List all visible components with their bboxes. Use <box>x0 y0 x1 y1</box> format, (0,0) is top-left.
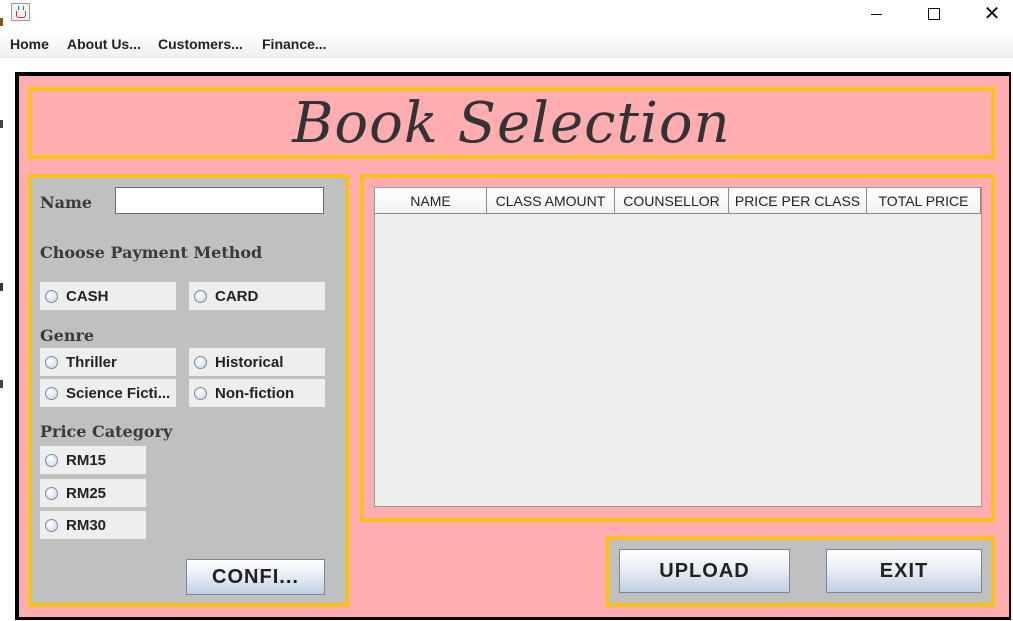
menu-bar: Home About Us... Customers... Finance... <box>0 31 1013 58</box>
radio-icon <box>194 355 207 369</box>
radio-non-fiction[interactable]: Non-fiction <box>189 379 325 407</box>
maximize-button[interactable] <box>911 0 957 28</box>
edge-mark <box>0 18 3 26</box>
radio-label: Historical <box>215 353 284 371</box>
radio-label: CASH <box>66 287 109 305</box>
radio-rm25[interactable]: RM25 <box>40 479 146 507</box>
radio-label: RM25 <box>66 484 107 502</box>
name-label: Name <box>40 193 93 212</box>
name-input[interactable] <box>115 187 324 214</box>
radio-card[interactable]: CARD <box>189 282 325 310</box>
radio-cash[interactable]: CASH <box>40 282 176 310</box>
radio-label: RM15 <box>66 451 107 469</box>
confirm-button[interactable]: CONFI... <box>186 559 325 595</box>
menu-home[interactable]: Home <box>10 36 49 52</box>
radio-icon <box>45 386 58 400</box>
exit-button[interactable]: EXIT <box>826 549 982 593</box>
edge-mark <box>0 283 3 291</box>
edge-mark <box>0 120 3 128</box>
menu-customers[interactable]: Customers... <box>158 36 243 52</box>
close-icon: ✕ <box>983 3 1001 25</box>
radio-historical[interactable]: Historical <box>189 348 325 376</box>
page-title: Book Selection <box>292 90 731 156</box>
close-button[interactable]: ✕ <box>969 0 1013 28</box>
java-cup-icon <box>11 3 30 21</box>
radio-rm30[interactable]: RM30 <box>40 511 146 539</box>
maximize-icon <box>928 8 940 20</box>
title-bar: ✕ <box>0 0 1013 30</box>
radio-label: Thriller <box>66 353 117 371</box>
upload-button[interactable]: UPLOAD <box>619 549 790 593</box>
radio-icon <box>45 518 58 532</box>
radio-icon <box>45 355 58 369</box>
radio-science-fiction[interactable]: Science Ficti... <box>40 379 176 407</box>
minimize-icon <box>870 13 882 15</box>
radio-label: CARD <box>215 287 259 305</box>
radio-label: Non-fiction <box>215 384 295 402</box>
column-header-price-per-class[interactable]: PRICE PER CLASS <box>729 188 867 214</box>
genre-label: Genre <box>40 326 95 345</box>
orders-table[interactable]: NAME CLASS AMOUNT COUNSELLOR PRICE PER C… <box>374 187 982 507</box>
radio-icon <box>194 289 207 303</box>
radio-icon <box>45 453 58 467</box>
column-header-class-amount[interactable]: CLASS AMOUNT <box>487 188 615 214</box>
column-header-total-price[interactable]: TOTAL PRICE <box>867 188 981 214</box>
radio-thriller[interactable]: Thriller <box>40 348 176 376</box>
menu-finance[interactable]: Finance... <box>262 36 327 52</box>
cup-icon <box>16 11 26 18</box>
steam-icon <box>18 6 24 10</box>
radio-icon <box>194 386 207 400</box>
column-header-counsellor[interactable]: COUNSELLOR <box>615 188 729 214</box>
minimize-button[interactable] <box>853 0 899 28</box>
menu-about-us[interactable]: About Us... <box>67 36 141 52</box>
payment-method-label: Choose Payment Method <box>40 243 263 262</box>
radio-icon <box>45 486 58 500</box>
radio-label: Science Ficti... <box>66 384 171 402</box>
edge-mark <box>0 380 3 388</box>
price-category-label: Price Category <box>40 422 173 441</box>
radio-rm15[interactable]: RM15 <box>40 446 146 474</box>
title-panel: Book Selection <box>28 87 995 159</box>
radio-label: RM30 <box>66 516 107 534</box>
radio-icon <box>45 289 58 303</box>
column-header-name[interactable]: NAME <box>375 188 487 214</box>
